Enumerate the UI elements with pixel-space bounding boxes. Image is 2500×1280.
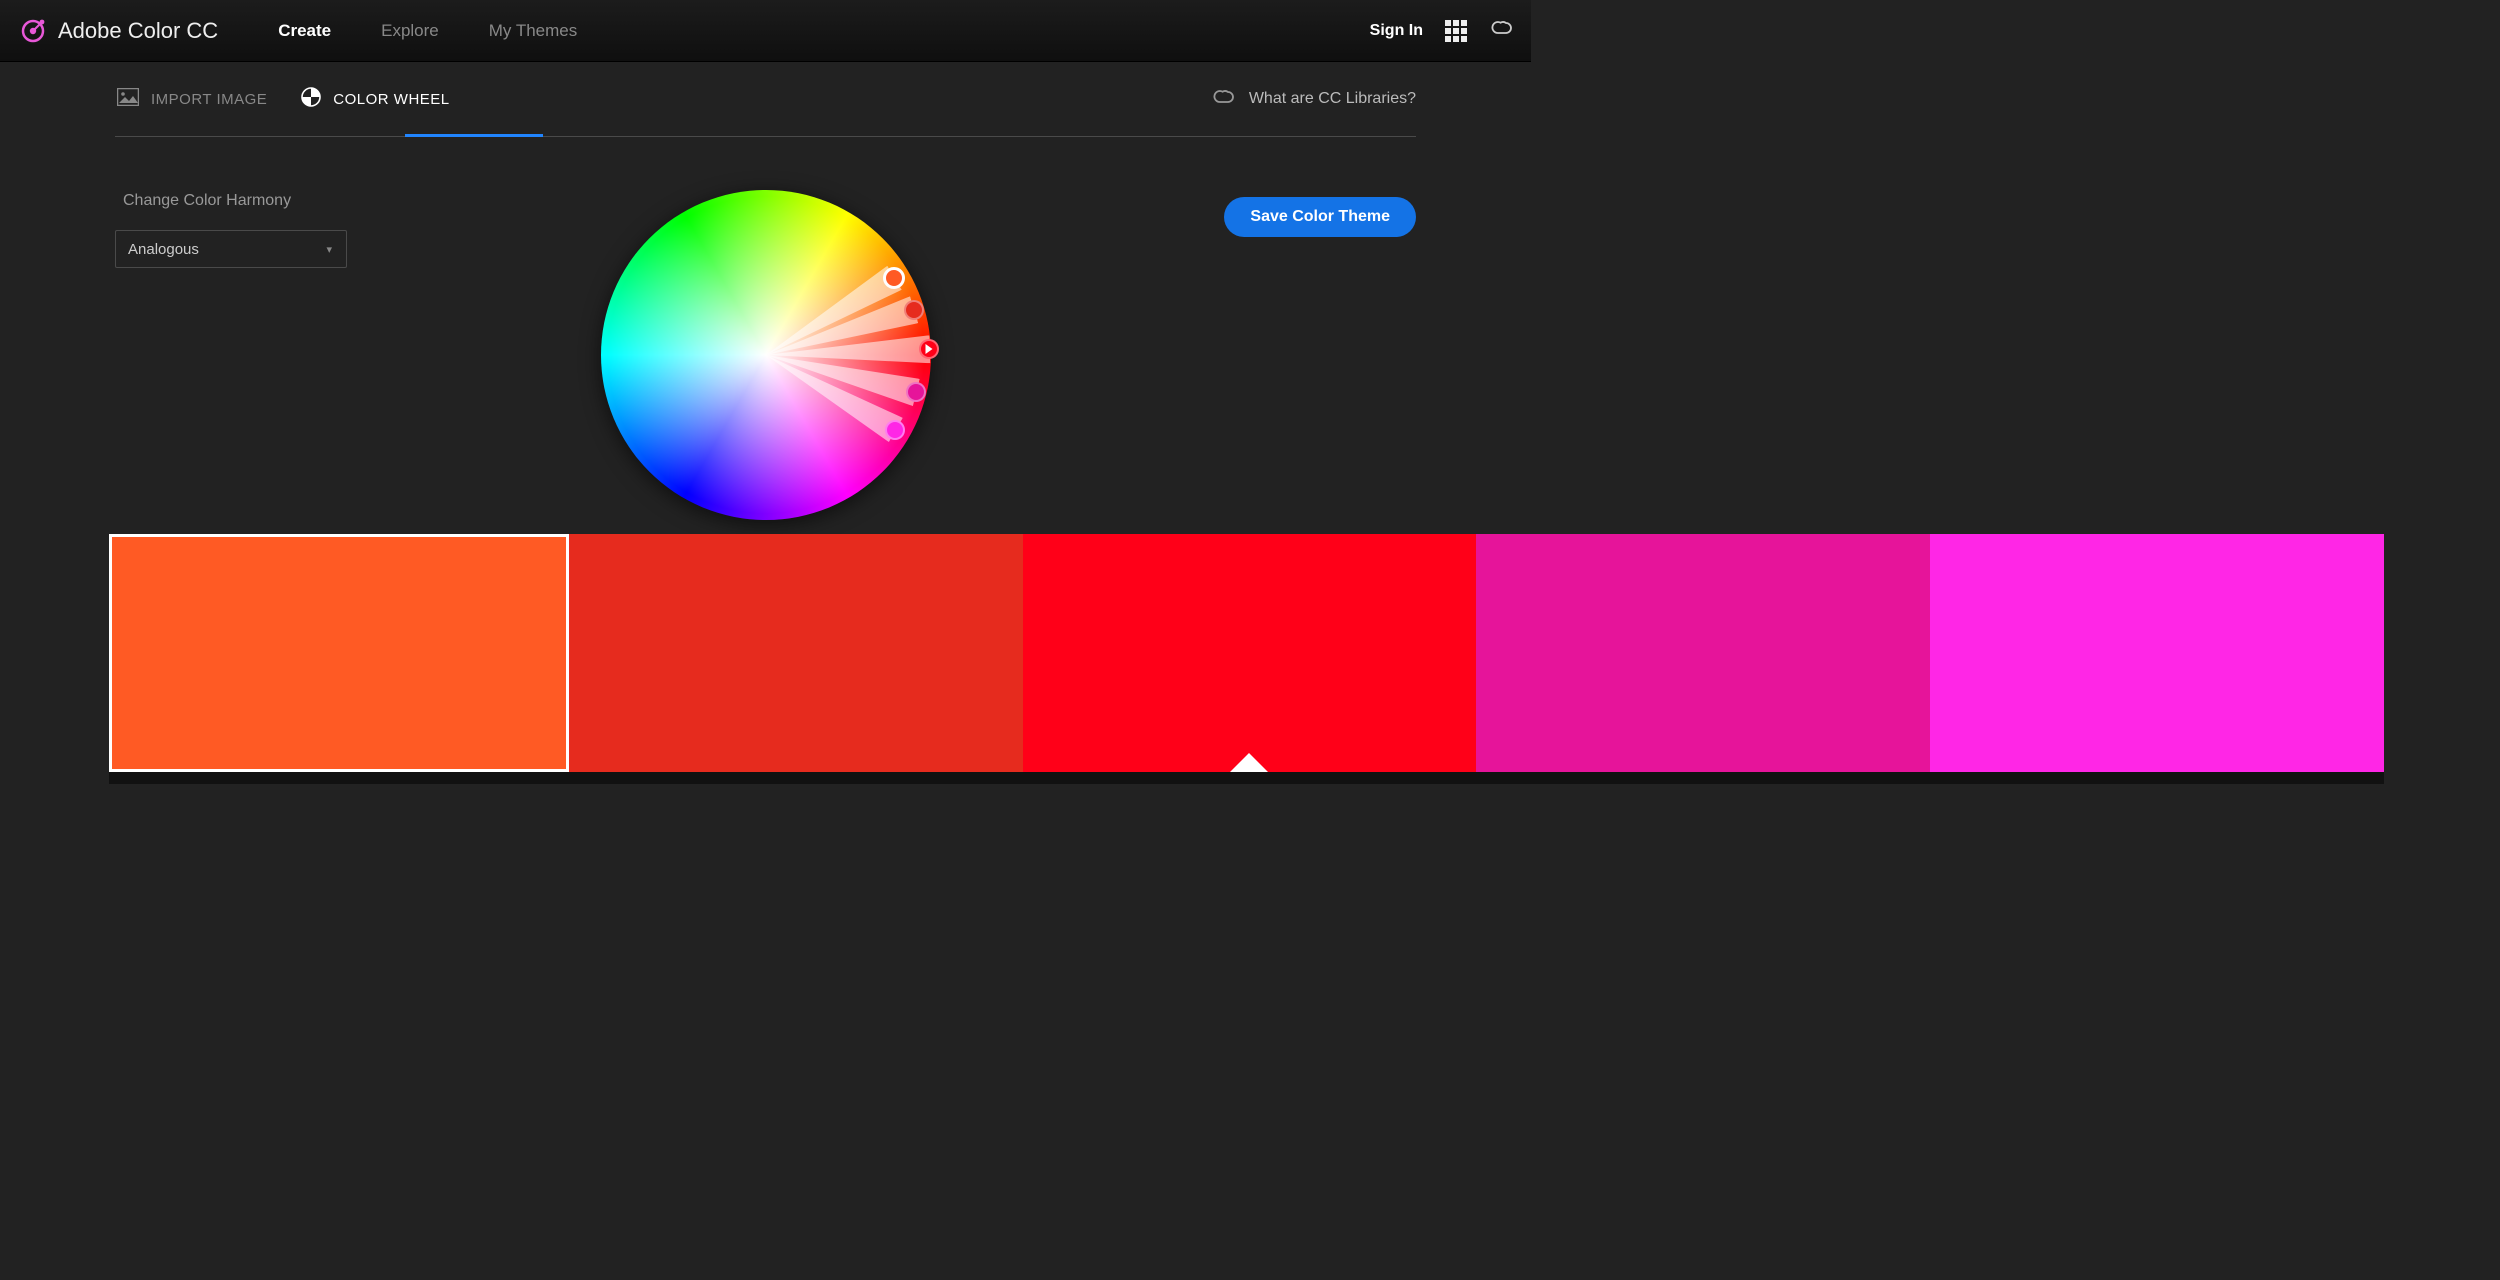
harmony-label: Change Color Harmony [115, 192, 347, 210]
color-wheel-icon [301, 87, 321, 112]
signin-link[interactable]: Sign In [1370, 22, 1423, 40]
swatch[interactable] [1476, 534, 1930, 772]
topbar-right: Sign In [1370, 16, 1513, 45]
tab-color-wheel[interactable]: COLOR WHEEL [299, 62, 451, 137]
harmony-select[interactable]: Analogous ▾ [115, 230, 347, 268]
swatch[interactable] [109, 534, 569, 772]
nav-explore[interactable]: Explore [381, 21, 439, 41]
nav-create[interactable]: Create [278, 21, 331, 41]
app-title: Adobe Color CC [58, 18, 218, 44]
wheel-handle[interactable] [885, 420, 905, 440]
creative-cloud-icon[interactable] [1489, 16, 1513, 45]
wheel-handle[interactable] [904, 300, 924, 320]
wheel-handle[interactable] [919, 339, 939, 359]
adobe-color-logo-icon [20, 18, 46, 44]
topbar: Adobe Color CC Create Explore My Themes … [0, 0, 1531, 62]
creative-cloud-icon [1211, 85, 1235, 114]
content: IMPORT IMAGE COLOR WHEEL What are CC Lib… [0, 62, 1531, 268]
apps-grid-icon[interactable] [1445, 20, 1467, 42]
color-wheel-wrap [601, 190, 931, 520]
tab-import-image[interactable]: IMPORT IMAGE [115, 62, 269, 137]
tab-import-image-label: IMPORT IMAGE [151, 91, 267, 108]
save-theme-button[interactable]: Save Color Theme [1224, 197, 1416, 237]
cc-libraries-link[interactable]: What are CC Libraries? [1211, 85, 1416, 114]
nav-my-themes[interactable]: My Themes [489, 21, 578, 41]
swatch[interactable] [1023, 534, 1477, 772]
tab-color-wheel-label: COLOR WHEEL [333, 91, 449, 108]
main-nav: Create Explore My Themes [278, 21, 577, 41]
subnav: IMPORT IMAGE COLOR WHEEL What are CC Lib… [115, 62, 1416, 137]
cc-libraries-label: What are CC Libraries? [1249, 90, 1416, 108]
swatch-baseline [109, 772, 2384, 784]
swatch-row [109, 534, 2384, 772]
harmony-block: Change Color Harmony Analogous ▾ [115, 192, 347, 268]
wheel-handle[interactable] [883, 267, 905, 289]
logo-group: Adobe Color CC [20, 18, 218, 44]
image-icon [117, 88, 139, 111]
wheel-handle[interactable] [906, 382, 926, 402]
harmony-select-value: Analogous [128, 241, 199, 258]
chevron-down-icon: ▾ [326, 243, 332, 256]
swatch[interactable] [1930, 534, 2384, 772]
active-tab-underline [405, 134, 543, 137]
controls-row: Change Color Harmony Analogous ▾ Save Co… [115, 192, 1416, 268]
swatch[interactable] [569, 534, 1023, 772]
color-wheel[interactable] [601, 190, 931, 520]
